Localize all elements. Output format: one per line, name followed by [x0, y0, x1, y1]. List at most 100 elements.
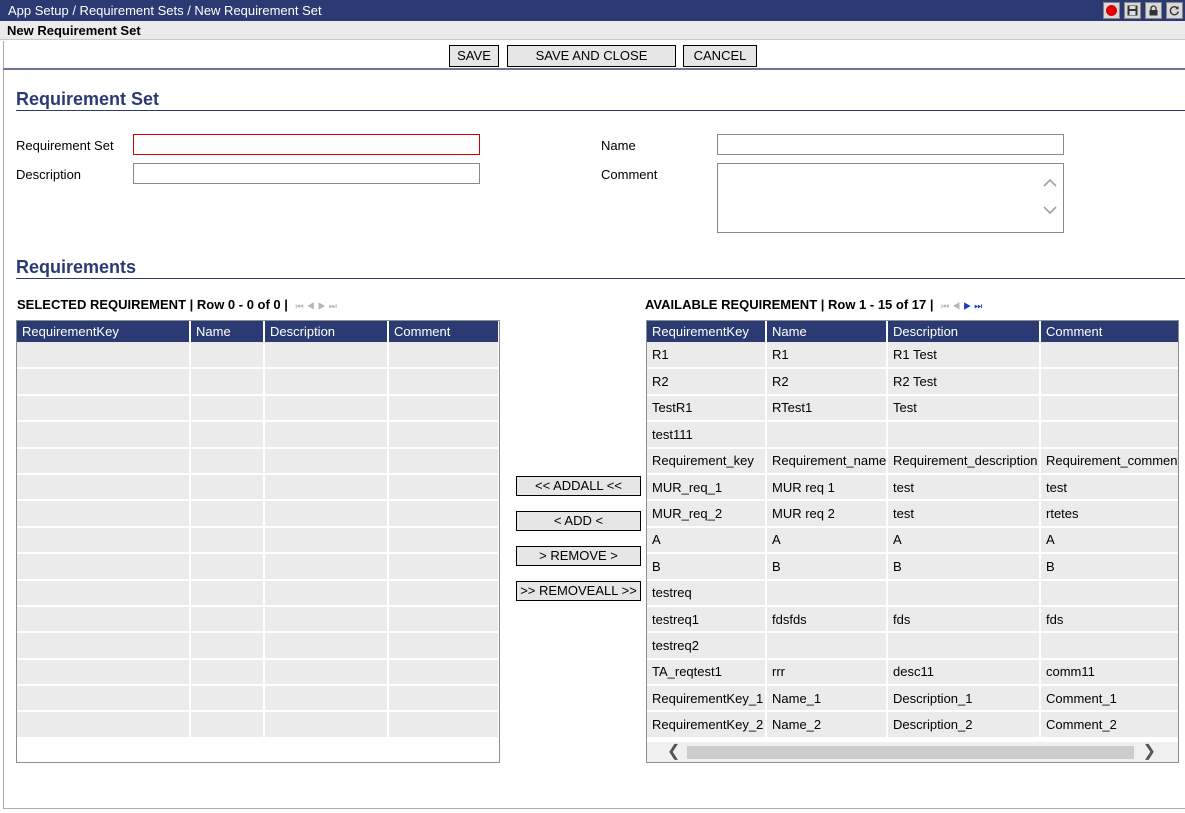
table-row[interactable] — [17, 526, 499, 555]
table-row[interactable]: TestR1 RTest1 Test — [647, 394, 1178, 423]
requirements-section-title: Requirements — [16, 257, 137, 277]
table-cell — [388, 368, 499, 396]
requirement-set-section-title: Requirement Set — [16, 89, 160, 109]
table-cell — [388, 447, 499, 475]
table-cell — [388, 342, 499, 370]
table-cell: R1 Test — [887, 342, 1041, 370]
table-row[interactable] — [17, 605, 499, 634]
table-row[interactable]: R1 R1 R1 Test — [647, 342, 1178, 370]
table-row[interactable]: MUR_req_2 MUR req 2 test rtetes — [647, 500, 1178, 528]
table-row[interactable]: test111 — [647, 421, 1178, 449]
table-cell — [190, 473, 265, 502]
record-icon[interactable] — [1103, 2, 1120, 19]
table-row[interactable] — [17, 368, 499, 396]
selected-column-header[interactable]: RequirementKey — [17, 321, 191, 342]
first-page-icon[interactable]: ⏮ — [296, 301, 307, 311]
table-row[interactable] — [17, 394, 499, 423]
table-row[interactable] — [17, 711, 499, 739]
horizontal-scrollbar[interactable]: ❮ ❯ — [647, 742, 1178, 762]
table-row[interactable] — [17, 553, 499, 581]
table-cell — [388, 632, 499, 660]
table-cell — [388, 553, 499, 581]
selected-column-header[interactable]: Comment — [388, 321, 499, 342]
table-cell — [388, 605, 499, 634]
requirement-set-input[interactable] — [133, 134, 480, 155]
add-button[interactable]: < ADD < — [516, 511, 641, 531]
table-cell — [17, 500, 191, 528]
description-input[interactable] — [133, 163, 480, 184]
table-row[interactable] — [17, 473, 499, 502]
table-cell — [190, 342, 265, 370]
next-page-icon[interactable]: ▶ — [963, 301, 974, 311]
table-row[interactable]: RequirementKey_2 Name_2 Description_2 Comme… — [647, 711, 1178, 739]
save-button[interactable]: SAVE — [449, 45, 499, 67]
add-all-button[interactable]: << ADDALL << — [516, 476, 641, 496]
table-cell — [17, 658, 191, 687]
requirement-set-label: Requirement Set — [16, 138, 114, 153]
first-page-icon[interactable]: ⏮ — [941, 301, 952, 311]
available-requirements-grid[interactable]: RequirementKey Name Description Comment R1 R… — [646, 320, 1179, 763]
table-row[interactable]: R2 R2 R2 Test — [647, 368, 1178, 396]
remove-all-button[interactable]: >> REMOVEALL >> — [516, 581, 641, 601]
scroll-up-icon[interactable] — [1043, 178, 1057, 187]
table-cell — [388, 394, 499, 423]
available-column-header[interactable]: Comment — [1040, 321, 1178, 342]
table-cell — [190, 526, 265, 555]
scrollbar-thumb[interactable] — [687, 746, 1134, 759]
available-column-header[interactable]: Name — [766, 321, 888, 342]
table-row[interactable]: AAAA — [647, 526, 1178, 555]
prev-page-icon[interactable]: ◀ — [307, 301, 318, 311]
table-cell: comm11 — [1040, 658, 1178, 687]
scroll-right-icon[interactable]: ❯ — [1143, 742, 1156, 762]
comment-textarea[interactable] — [717, 163, 1064, 233]
table-cell: rrr — [766, 658, 888, 687]
table-row[interactable] — [17, 447, 499, 475]
table-row[interactable]: testreq1 fdsfds fds fds — [647, 605, 1178, 634]
prev-page-icon[interactable]: ◀ — [952, 301, 963, 311]
table-row[interactable]: RequirementKey_1 Name_1 Description_1 Comme… — [647, 685, 1178, 713]
table-row[interactable] — [17, 421, 499, 449]
table-cell: B — [647, 553, 767, 581]
last-page-icon[interactable]: ⏭ — [329, 301, 340, 311]
refresh-icon[interactable] — [1166, 2, 1183, 19]
scroll-left-icon[interactable]: ❮ — [667, 742, 680, 762]
lock-icon[interactable] — [1145, 2, 1162, 19]
last-page-icon[interactable]: ⏭ — [974, 301, 985, 311]
selected-column-header[interactable]: Description — [264, 321, 389, 342]
table-cell: fds — [1040, 605, 1178, 634]
selected-column-header[interactable]: Name — [190, 321, 265, 342]
table-row[interactable]: Requirement_key Requirement_name Requireme… — [647, 447, 1178, 475]
table-cell: B — [766, 553, 888, 581]
table-cell — [17, 711, 191, 739]
table-row[interactable] — [17, 342, 499, 370]
table-row[interactable] — [17, 579, 499, 607]
selected-requirements-grid[interactable]: RequirementKey Name Description Comment — [16, 320, 500, 763]
remove-button[interactable]: > REMOVE > — [516, 546, 641, 566]
table-cell — [388, 421, 499, 449]
next-page-icon[interactable]: ▶ — [318, 301, 329, 311]
table-row[interactable]: testreq — [647, 579, 1178, 607]
table-cell — [1040, 342, 1178, 370]
table-row[interactable]: BBBB — [647, 553, 1178, 581]
table-row[interactable] — [17, 685, 499, 713]
table-row[interactable]: MUR_req_1 MUR req 1 test test — [647, 473, 1178, 502]
table-cell — [17, 421, 191, 449]
available-column-header[interactable]: Description — [887, 321, 1041, 342]
table-cell — [766, 632, 888, 660]
save-and-close-button[interactable]: SAVE AND CLOSE — [507, 45, 676, 67]
table-row[interactable]: testreq2 — [647, 632, 1178, 660]
table-row[interactable] — [17, 658, 499, 687]
table-cell — [17, 579, 191, 607]
table-row[interactable]: TA_reqtest1 rrr desc11 comm11 — [647, 658, 1178, 687]
table-cell: MUR_req_2 — [647, 500, 767, 528]
scroll-down-icon[interactable] — [1043, 206, 1057, 215]
cancel-button[interactable]: CANCEL — [683, 45, 757, 67]
available-column-header[interactable]: RequirementKey — [647, 321, 767, 342]
table-row[interactable] — [17, 500, 499, 528]
save-disk-icon[interactable] — [1124, 2, 1141, 19]
table-cell — [264, 685, 389, 713]
table-cell — [264, 632, 389, 660]
table-cell: TA_reqtest1 — [647, 658, 767, 687]
table-row[interactable] — [17, 632, 499, 660]
name-input[interactable] — [717, 134, 1064, 155]
